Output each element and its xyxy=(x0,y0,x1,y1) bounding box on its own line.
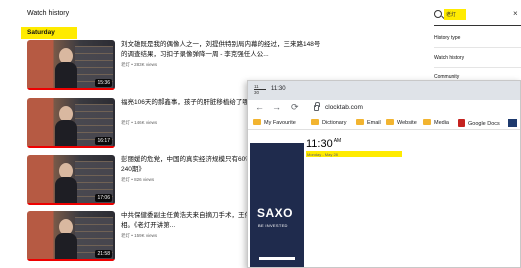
folder-icon xyxy=(253,119,261,125)
folder-icon xyxy=(423,119,431,125)
browser-toolbar: ← → ⟳ clocktab.com xyxy=(248,100,520,117)
video-duration: 15:36 xyxy=(95,79,112,87)
presenter-graphic xyxy=(55,219,77,261)
clock-favicon-icon: 11 30 xyxy=(254,84,266,96)
saxo-tagline: BE INVESTED xyxy=(258,223,288,228)
video-thumbnail[interactable]: 15:36 xyxy=(27,40,115,90)
search-icon[interactable] xyxy=(434,10,442,18)
watch-progress xyxy=(27,88,115,90)
page-content: SAXO BE INVESTED 11:30AM Monday - May 28 xyxy=(248,131,520,267)
video-meta: 老灯 • 159K views xyxy=(121,233,158,238)
reload-icon[interactable]: ⟳ xyxy=(291,102,299,113)
presenter-graphic xyxy=(55,106,77,148)
bookmark-website[interactable]: Website xyxy=(386,119,417,126)
folder-icon xyxy=(386,119,394,125)
forward-icon[interactable]: → xyxy=(272,102,281,112)
watch-history-title: Watch history xyxy=(27,10,70,17)
presenter-graphic xyxy=(55,163,77,205)
google-docs-icon xyxy=(458,119,465,127)
video-meta: 老灯 • 283K views xyxy=(121,62,158,67)
watch-progress xyxy=(27,259,115,261)
saxo-logo: SAXO xyxy=(257,206,294,220)
video-duration: 16:17 xyxy=(95,137,112,145)
divider xyxy=(434,47,521,48)
radio-watch-history[interactable]: Watch history xyxy=(434,55,464,61)
folder-icon xyxy=(356,119,364,125)
search-input[interactable]: 老灯 xyxy=(444,9,466,20)
browser-window[interactable]: 11 30 11:30 ← → ⟳ clocktab.com My Favour… xyxy=(247,80,521,268)
saxo-ad[interactable]: SAXO BE INVESTED xyxy=(250,143,304,267)
clock-ampm: AM xyxy=(333,138,342,144)
clock-date: Monday - May 28 xyxy=(307,151,338,157)
watch-progress xyxy=(27,203,115,205)
video-meta: 老灯 • 826 views xyxy=(121,177,155,182)
search-underline xyxy=(434,25,521,26)
video-duration: 17:06 xyxy=(95,194,112,202)
close-icon[interactable]: × xyxy=(513,9,518,18)
page: { "history": { "title": "Watch history",… xyxy=(0,0,521,268)
tab-bar: 11 30 11:30 xyxy=(248,81,520,100)
bookmark-dictionary[interactable]: Dictionary xyxy=(311,119,346,126)
watch-progress xyxy=(27,146,115,148)
divider xyxy=(434,67,521,68)
address-bar[interactable]: clocktab.com xyxy=(325,104,363,111)
bookmark-email[interactable]: Email xyxy=(356,119,381,126)
video-meta: 老灯 • 146K views xyxy=(121,120,158,125)
video-thumbnail[interactable]: 17:06 xyxy=(27,155,115,205)
presenter-graphic xyxy=(55,48,77,90)
bookmark-extension-icon[interactable] xyxy=(508,119,517,127)
bookmark-google-docs[interactable]: Google Docs xyxy=(458,119,500,127)
day-label: Saturday xyxy=(21,27,77,39)
back-icon[interactable]: ← xyxy=(255,102,264,112)
video-thumbnail[interactable]: 21:58 xyxy=(27,211,115,261)
tab-clocktab[interactable]: 11:30 xyxy=(271,86,286,92)
clock-display: 11:30AM xyxy=(306,138,342,150)
folder-icon xyxy=(311,119,319,125)
lock-icon[interactable] xyxy=(314,102,320,111)
history-type-label: History type xyxy=(434,35,461,41)
video-duration: 21:58 xyxy=(95,250,112,258)
bookmarks-bar: My Favourite Dictionary Email Website Me… xyxy=(248,117,520,130)
bookmark-my-favourite[interactable]: My Favourite xyxy=(253,119,296,126)
saxo-ad-button[interactable] xyxy=(259,257,295,260)
history-search[interactable]: 老灯 × xyxy=(434,9,518,23)
video-thumbnail[interactable]: 16:17 xyxy=(27,98,115,148)
bookmark-media[interactable]: Media xyxy=(423,119,449,126)
video-title[interactable]: 刘文雄既是我的偶像人之一，刘提供特别局内幕的经过，三来路148号的调查结果，习扣… xyxy=(121,40,321,60)
